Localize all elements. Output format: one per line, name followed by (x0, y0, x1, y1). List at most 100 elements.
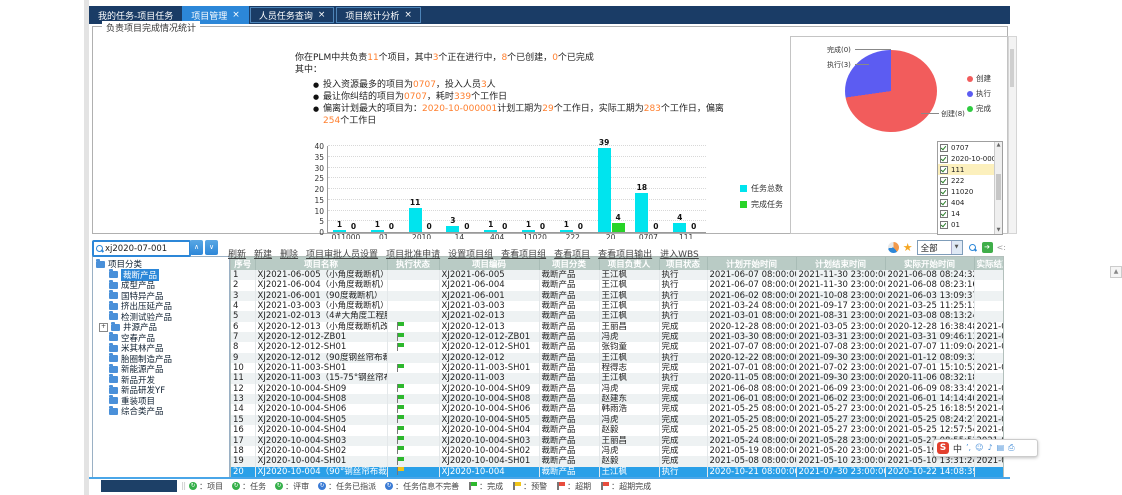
ime-toolbar[interactable]: S 中 ’, ☺ ♪ ▤ ⎙ (933, 439, 1038, 457)
column-header[interactable]: 实际结束时间 (974, 257, 1003, 270)
tree-item[interactable]: 新品研发YF (93, 385, 229, 396)
table-row[interactable]: 14XJ2020-10-004-SH06XJ2020-10-004-SH06裁断… (231, 404, 1003, 414)
favorite-star-icon[interactable]: ★ (903, 242, 913, 253)
chevron-down-icon[interactable]: ▼ (951, 241, 962, 254)
table-row[interactable]: 5XJ2021-02-013（4#大角度工程胎规格拓展改造）XJ2021-02-… (231, 311, 1003, 321)
keyboard-icon[interactable]: ▤ (997, 442, 1005, 454)
toolbar-link-删除[interactable]: 删除 (280, 250, 298, 260)
sogou-logo-icon[interactable]: S (937, 442, 949, 454)
checkbox[interactable] (940, 166, 948, 174)
tab-人员任务查询[interactable]: 人员任务查询× (250, 7, 335, 23)
export-icon[interactable]: ➔ (982, 242, 993, 253)
table-row[interactable]: 12XJ2020-10-004-SH09XJ2020-10-004-SH09裁断… (231, 384, 1003, 394)
scroll-thumb[interactable] (996, 174, 1001, 200)
collapse-icon[interactable]: <: (997, 243, 1006, 252)
toolbar-link-项目批准申请[interactable]: 项目批准申请 (386, 250, 440, 260)
column-header[interactable]: 计划开始时间 (707, 257, 796, 270)
filter-item[interactable]: 2020-10-000001 (938, 153, 1002, 164)
filter-item[interactable]: 0707 (938, 142, 1002, 153)
summary-text: 个工作日 (340, 116, 376, 126)
chart-view-icon[interactable] (888, 242, 899, 253)
table-row[interactable]: 20XJ2020-10-004（90°钢丝帘布裁断机）XJ2020-10-004… (231, 467, 1003, 477)
pie-legend-dot (967, 106, 973, 112)
table-row[interactable]: 1XJ2021-06-005（小角度裁断机）XJ2021-06-005裁断产品王… (231, 270, 1003, 280)
tree-item[interactable]: 裁断产品 (93, 270, 229, 281)
bar-value-label: 0 (417, 222, 441, 231)
search-icon[interactable] (969, 244, 976, 251)
close-icon[interactable]: × (232, 11, 240, 20)
filter-item[interactable]: 11020 (938, 186, 1002, 197)
table-row[interactable]: 3XJ2021-06-001（90度裁断机）XJ2021-06-001裁断产品王… (231, 291, 1003, 301)
table-row[interactable]: 19XJ2020-10-004-SH01XJ2020-10-004-SH01裁断… (231, 456, 1003, 466)
search-icon (96, 245, 103, 252)
toolbar-link-刷新[interactable]: 刷新 (228, 250, 246, 260)
cell: 裁断产品 (539, 467, 599, 477)
filter-item[interactable]: 01 (938, 219, 1002, 230)
legend-label: ：评审 (285, 481, 309, 492)
ime-mode-icon[interactable]: 中 (953, 442, 962, 455)
cell: 裁断产品 (539, 332, 599, 342)
cell (974, 373, 1003, 383)
stats-panel-scrollbar[interactable] (1008, 36, 1017, 234)
search-prev-button[interactable]: ∧ (190, 240, 203, 255)
tree-item[interactable]: +井源产品 (93, 322, 229, 333)
filter-item[interactable]: 222 (938, 175, 1002, 186)
project-search-box[interactable] (92, 240, 191, 257)
filter-item[interactable]: 14 (938, 208, 1002, 219)
expand-icon[interactable]: + (99, 323, 108, 332)
column-header[interactable]: 实际开始时间 (885, 257, 974, 270)
column-header[interactable]: 计划结束时间 (796, 257, 885, 270)
scroll-down-icon[interactable]: ▼ (995, 227, 1002, 234)
toolbar-link-项目审批人员设置[interactable]: 项目审批人员设置 (306, 250, 378, 260)
tab-项目统计分析[interactable]: 项目统计分析× (336, 7, 421, 23)
table-row[interactable]: 6XJ2020-12-013（小角度裁断机改造）XJ2020-12-013裁断产… (231, 322, 1003, 332)
scroll-thumb[interactable] (1010, 49, 1014, 87)
search-input[interactable] (105, 244, 179, 254)
checkbox[interactable] (940, 221, 948, 229)
checkbox[interactable] (940, 144, 948, 152)
filter-item[interactable]: 404 (938, 197, 1002, 208)
y-tick-label: 20 (302, 185, 324, 194)
table-row[interactable]: 13XJ2020-10-004-SH08XJ2020-10-004-SH08裁断… (231, 394, 1003, 404)
checkbox[interactable] (940, 210, 948, 218)
toolbar-link-设置项目组[interactable]: 设置项目组 (448, 250, 493, 260)
filter-item[interactable]: 111 (938, 164, 1002, 175)
toolbar-link-查看项目输出[interactable]: 查看项目输出 (598, 250, 652, 260)
emoji-icon[interactable]: ☺ (975, 442, 983, 454)
table-row[interactable]: 8XJ2020-12-012-SH01XJ2020-12-012-SH01裁断产… (231, 342, 1003, 352)
toolbar-link-查看项目[interactable]: 查看项目 (554, 250, 590, 260)
scope-select[interactable]: 全部 ▼ (917, 240, 963, 255)
checkbox[interactable] (940, 155, 948, 163)
scroll-up-icon[interactable]: ▲ (995, 142, 1002, 149)
search-next-button[interactable]: ∨ (205, 240, 218, 255)
punctuation-icon[interactable]: ’, (966, 442, 971, 454)
checkbox[interactable] (940, 177, 948, 185)
table-row[interactable]: 15XJ2020-10-004-SH05XJ2020-10-004-SH05裁断… (231, 415, 1003, 425)
checkbox[interactable] (940, 199, 948, 207)
toolbar-link-进入WBS[interactable]: 进入WBS (660, 250, 699, 260)
page-scroll-up-icon[interactable]: ▲ (1110, 266, 1122, 278)
printer-icon[interactable]: ⎙ (1008, 442, 1014, 454)
table-row[interactable]: 16XJ2020-10-004-SH04XJ2020-10-004-SH04裁断… (231, 425, 1003, 435)
table-row[interactable]: 9XJ2020-12-012（90度钢丝帘布裁断机）XJ2020-12-012裁… (231, 353, 1003, 363)
table-row[interactable]: 17XJ2020-10-004-SH03XJ2020-10-004-SH03裁断… (231, 436, 1003, 446)
checkbox[interactable] (940, 188, 948, 196)
exec-status-cell (387, 394, 439, 404)
table-row[interactable]: 18XJ2020-10-004-SH02XJ2020-10-004-SH02裁断… (231, 446, 1003, 456)
cell: 2021-05-25 08:24:27 (885, 415, 974, 425)
table-row[interactable]: 4XJ2021-03-003（小角度裁断机）XJ2021-03-003裁断产品王… (231, 301, 1003, 311)
filter-list-scrollbar[interactable]: ▲ ▼ (994, 142, 1002, 234)
tree-root[interactable]: 项目分类 (93, 259, 229, 270)
table-row[interactable]: 11XJ2020-11-003（15-75°钢丝帘布裁断机）XJ2020-11-… (231, 373, 1003, 383)
toolbar-link-新建[interactable]: 新建 (254, 250, 272, 260)
tree-item[interactable]: 综合类产品 (93, 406, 229, 417)
table-row[interactable]: 7XJ2020-12-012-ZB01XJ2020-12-012-ZB01裁断产… (231, 332, 1003, 342)
close-icon[interactable]: × (404, 11, 412, 20)
toolbar-link-查看项目组[interactable]: 查看项目组 (501, 250, 546, 260)
mic-icon[interactable]: ♪ (987, 442, 992, 454)
table-row[interactable]: 10XJ2020-11-003-SH01XJ2020-11-003-SH01裁断… (231, 363, 1003, 373)
tree-item[interactable]: 新能源产品 (93, 364, 229, 375)
close-icon[interactable]: × (318, 11, 326, 20)
tree-item[interactable]: 检测试验产品 (93, 312, 229, 323)
table-row[interactable]: 2XJ2021-06-004（小角度裁断机）XJ2021-06-004裁断产品王… (231, 280, 1003, 290)
